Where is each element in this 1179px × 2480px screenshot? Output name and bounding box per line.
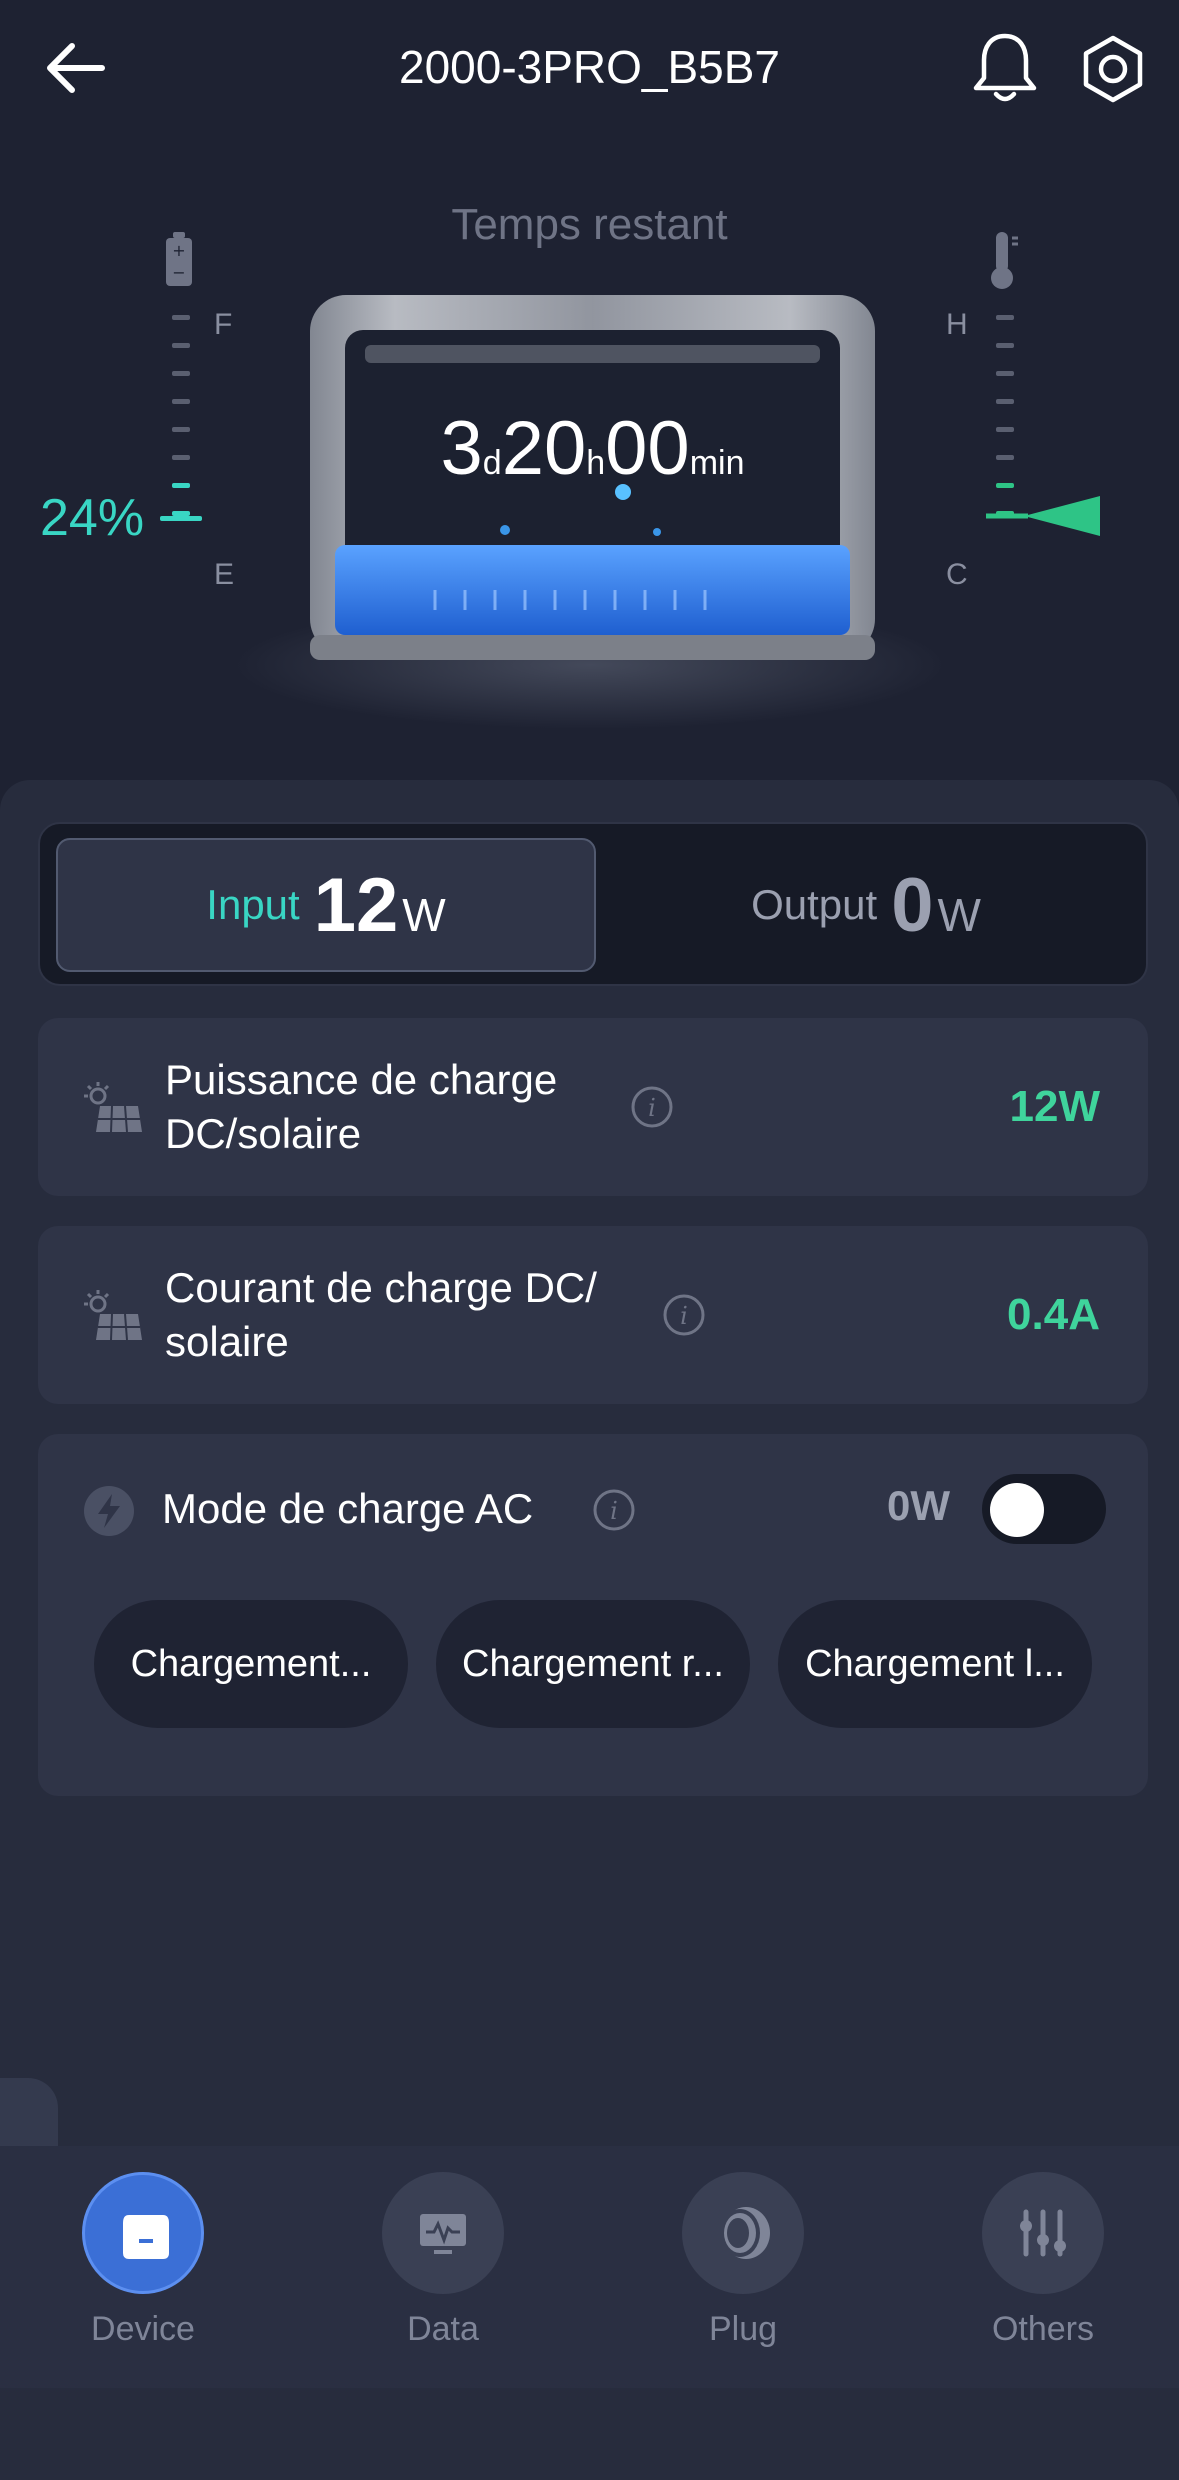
solar-panel-icon	[84, 1290, 142, 1341]
dc-current-value: 0.4A	[1007, 1290, 1100, 1339]
nav-plug-label: Plug	[708, 2310, 778, 2348]
timer-minutes-unit: min	[689, 444, 745, 482]
battery-level-marker	[160, 516, 202, 521]
charge-option-1[interactable]: Chargement...	[94, 1600, 408, 1728]
battery-percent: 24%	[40, 489, 145, 547]
ac-mode-title: Mode de charge AC	[162, 1485, 534, 1532]
bell-icon[interactable]	[970, 30, 1040, 104]
timer-days-unit: d	[482, 444, 502, 482]
svg-text:i: i	[610, 1497, 618, 1525]
toggle-knob	[990, 1483, 1044, 1537]
dc-power-value: 12W	[1009, 1082, 1100, 1131]
dc-current-title: Courant de charge DC/ solaire	[165, 1264, 597, 1365]
battery-gauge	[172, 315, 190, 539]
nav-data-label: Data	[407, 2310, 479, 2348]
input-value: 12	[313, 862, 399, 948]
timer-days: 3	[440, 406, 483, 491]
lightning-icon	[84, 1486, 134, 1536]
charge-option-2[interactable]: Chargement r...	[436, 1600, 750, 1728]
input-unit: W	[402, 889, 446, 941]
solar-panel-icon	[84, 1082, 142, 1133]
input-label: Input	[206, 881, 300, 928]
dc-power-title: Puissance de charge DC/solaire	[165, 1056, 558, 1157]
nav-others-label: Others	[991, 2310, 1095, 2348]
ac-mode-value: 0W	[887, 1482, 950, 1529]
thermometer-icon	[991, 232, 1018, 289]
nav-others-button[interactable]	[982, 2172, 1104, 2294]
plug-icon	[720, 2207, 770, 2259]
tab-output[interactable]: Output 0 W	[596, 838, 1136, 972]
info-icon[interactable]: i	[592, 1488, 636, 1532]
gauge-hot-label: H	[946, 308, 968, 341]
timer-hours: 20	[501, 406, 587, 491]
svg-text:−: −	[172, 263, 185, 282]
device-icon	[123, 2215, 169, 2259]
timer-minutes: 00	[605, 406, 690, 491]
gauge-full-label: F	[214, 308, 233, 341]
gauge-empty-label: E	[214, 558, 235, 591]
info-icon[interactable]: i	[630, 1085, 674, 1129]
settings-icon[interactable]	[1078, 34, 1148, 104]
nav-device-label: Device	[91, 2310, 195, 2348]
charge-option-3[interactable]: Chargement l...	[778, 1600, 1092, 1728]
svg-text:i: i	[680, 1302, 688, 1330]
battery-icon: + −	[166, 232, 192, 286]
gauge-cold-label: C	[946, 558, 968, 591]
svg-text:i: i	[648, 1094, 656, 1122]
temperature-marker-icon	[986, 496, 1100, 536]
svg-text:+: +	[172, 241, 185, 260]
monitor-chart-icon	[420, 2214, 466, 2254]
nav-plug-button[interactable]	[682, 2172, 804, 2294]
timer-hours-unit: h	[586, 444, 606, 482]
sliders-icon	[1020, 2209, 1066, 2257]
nav-data-button[interactable]	[382, 2172, 504, 2294]
info-icon[interactable]: i	[662, 1293, 706, 1337]
output-label: Output	[751, 881, 878, 928]
output-unit: W	[937, 889, 981, 941]
output-value: 0	[891, 862, 934, 948]
remaining-time-display: 3d20h00min	[305, 405, 880, 492]
nav-device-button[interactable]	[82, 2172, 204, 2294]
tab-input[interactable]: Input 12 W	[56, 838, 596, 972]
